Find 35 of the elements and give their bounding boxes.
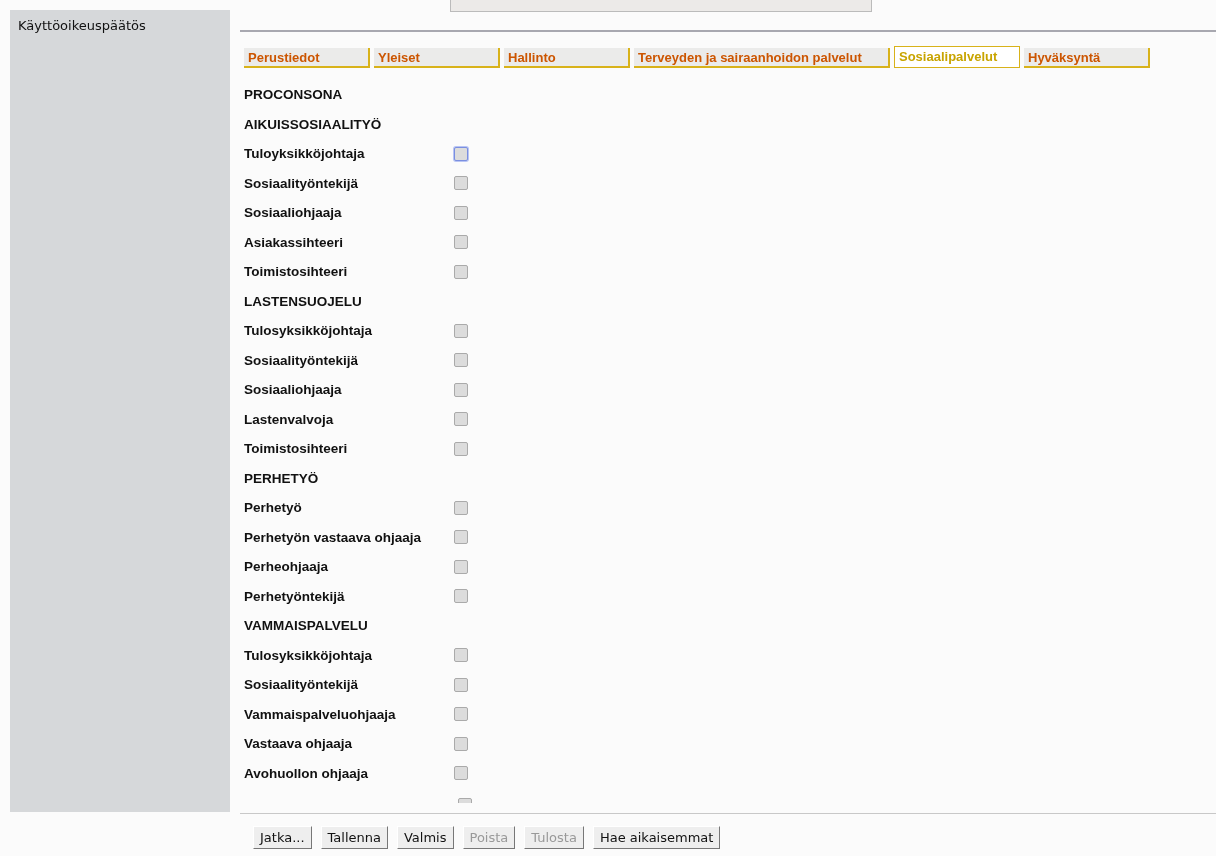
section-heading: LASTENSUOJELU [244, 293, 362, 309]
role-label: Sosiaaliohjaaja [244, 205, 343, 221]
sidebar-title: Käyttöoikeuspäätös [18, 18, 146, 33]
role-label: Vammaispalveluohjaaja [244, 706, 397, 722]
role-label: Sosiaalityöntekijä [244, 352, 360, 368]
role-label: Sosiaaliohjaaja [244, 382, 343, 398]
action-button[interactable]: Valmis [397, 826, 454, 849]
tab[interactable]: Perustiedot [244, 48, 370, 68]
action-button[interactable]: Hae aikaisemmat [592, 826, 721, 849]
role-label: Tulosyksikköjohtaja [244, 323, 374, 339]
section-heading: AIKUISSOSIAALITYÖ [244, 116, 382, 132]
section-heading: VAMMAISPALVELU [244, 618, 368, 634]
role-label: Perheohjaaja [244, 559, 330, 575]
action-button[interactable]: Jatka... [253, 826, 312, 849]
section-heading: PROCONSONA [244, 87, 343, 103]
role-label: Toimistosihteeri [244, 441, 349, 457]
tab[interactable]: Sosiaalipalvelut [894, 46, 1020, 68]
role-label: Toimistosihteeri [244, 264, 349, 280]
tab[interactable]: Hallinto [504, 48, 630, 68]
role-label: Perhetyöntekijä [244, 588, 346, 604]
role-label: Vastaava ohjaaja [244, 736, 354, 752]
role-label: Tuloyksikköjohtaja [244, 146, 366, 162]
role-label: Sosiaalityöntekijä [244, 175, 360, 191]
tab[interactable]: Yleiset [374, 48, 500, 68]
action-button[interactable]: Tallenna [320, 826, 388, 849]
role-label: Perhetyö [244, 500, 303, 516]
role-label: Perhetyön vastaava ohjaaja [244, 529, 423, 545]
role-label: Sosiaalityöntekijä [244, 677, 360, 693]
section-heading: PERHETYÖ [244, 470, 319, 486]
role-label: Lastenvalvoja [244, 411, 335, 427]
role-label: Tulosyksikköjohtaja [244, 647, 374, 663]
role-label: Asiakassihteeri [244, 234, 345, 250]
tab[interactable]: Hyväksyntä [1024, 48, 1150, 68]
tab[interactable]: Terveyden ja sairaanhoidon palvelut [634, 48, 890, 68]
role-label: Avohuollon ohjaaja [244, 765, 369, 781]
